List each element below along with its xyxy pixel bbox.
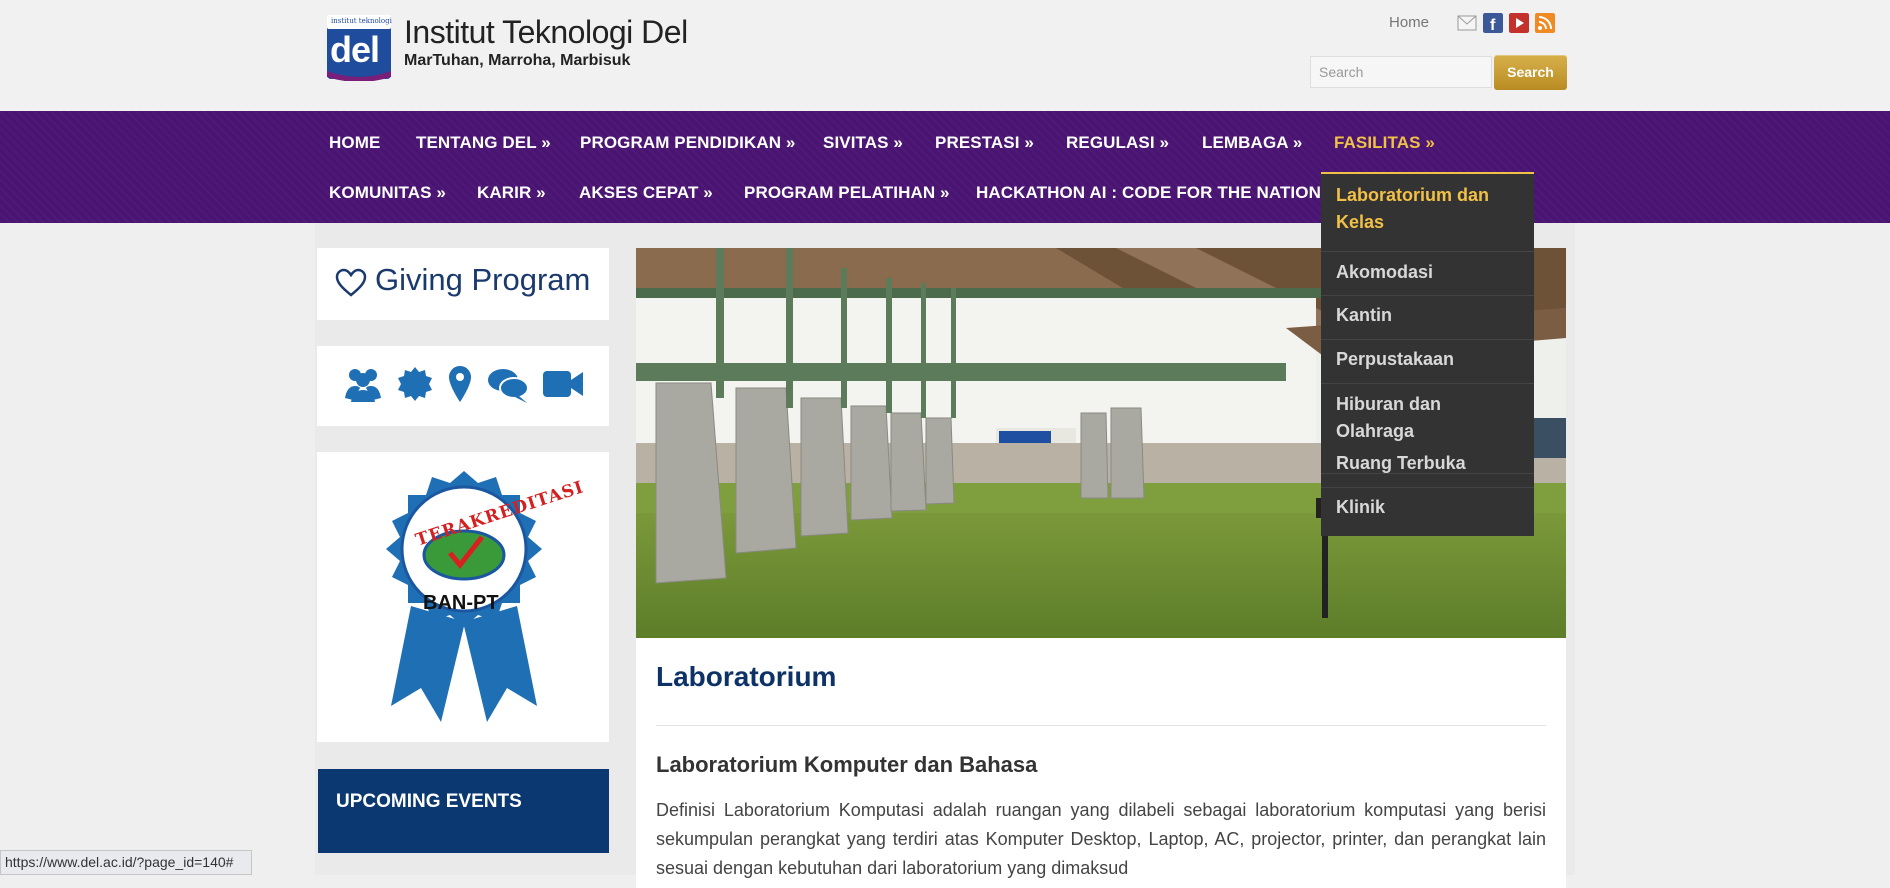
quick-links-card	[317, 346, 609, 426]
dropdown-item-label: Klinik	[1336, 497, 1386, 517]
heart-icon	[335, 268, 367, 297]
dropdown-item-label: Hiburan dan Olahraga	[1336, 394, 1442, 441]
dropdown-item-label: Kantin	[1336, 305, 1392, 325]
upcoming-events-title: UPCOMING EVENTS	[336, 791, 522, 812]
nav-tentang-del[interactable]: TENTANG DEL »	[416, 133, 551, 153]
svg-text:f: f	[1490, 17, 1496, 33]
main-navigation: HOME TENTANG DEL » PROGRAM PENDIDIKAN » …	[0, 111, 1890, 223]
dropdown-item-klinik[interactable]: Klinik	[1321, 488, 1534, 532]
nav-prestasi[interactable]: PRESTASI »	[935, 133, 1034, 153]
page-title: Laboratorium	[656, 661, 837, 692]
giving-program-card[interactable]: Giving Program	[317, 248, 609, 320]
section-title: Laboratorium Komputer dan Bahasa	[656, 752, 1038, 777]
browser-status-url: https://www.del.ac.id/?page_id=140#	[0, 850, 252, 875]
dropdown-item-ruang-terbuka[interactable]: Ruang Terbuka	[1321, 444, 1534, 488]
giving-program-label: Giving Program	[375, 262, 591, 297]
search-input[interactable]: Search	[1310, 56, 1492, 88]
nav-program-pendidikan[interactable]: PROGRAM PENDIDIKAN »	[580, 133, 795, 153]
rss-icon[interactable]	[1535, 13, 1555, 33]
logo-small-text: institut teknologi	[331, 17, 392, 25]
site-logo[interactable]: institut teknologi del	[325, 13, 393, 82]
dropdown-item-laboratorium[interactable]: Laboratorium dan Kelas	[1321, 182, 1534, 252]
video-icon[interactable]	[542, 368, 584, 400]
facebook-icon[interactable]: f	[1483, 13, 1503, 33]
map-pin-icon[interactable]	[447, 364, 473, 404]
dropdown-item-perpustakaan[interactable]: Perpustakaan	[1321, 340, 1534, 384]
nav-akses-cepat[interactable]: AKSES CEPAT »	[579, 183, 713, 203]
dropdown-item-kantin[interactable]: Kantin	[1321, 296, 1534, 340]
site-tagline: MarTuhan, Marroha, Marbisuk	[404, 52, 631, 69]
badge-text-bottom: BAN-PT	[423, 592, 499, 614]
nav-fasilitas[interactable]: FASILITAS »	[1334, 133, 1435, 153]
dropdown-item-akomodasi[interactable]: Akomodasi	[1321, 252, 1534, 296]
site-title[interactable]: Institut Teknologi Del	[404, 14, 688, 51]
nav-karir[interactable]: KARIR »	[477, 183, 546, 203]
mail-icon[interactable]	[1457, 13, 1477, 33]
nav-komunitas[interactable]: KOMUNITAS »	[329, 183, 446, 203]
nav-sivitas[interactable]: SIVITAS »	[823, 133, 903, 153]
search-button[interactable]: Search	[1494, 55, 1567, 90]
badge-icon[interactable]	[397, 366, 433, 402]
dropdown-item-label: Laboratorium dan Kelas	[1336, 185, 1490, 232]
section-paragraph: Definisi Laboratorium Komputasi adalah r…	[656, 800, 1546, 878]
nav-regulasi[interactable]: REGULASI »	[1066, 133, 1169, 153]
accreditation-card[interactable]: TERAKREDITASI BAN-PT	[317, 452, 609, 742]
nav-lembaga[interactable]: LEMBAGA »	[1202, 133, 1302, 153]
nav-home[interactable]: HOME	[329, 133, 380, 153]
nav-program-pelatihan[interactable]: PROGRAM PELATIHAN »	[744, 183, 950, 203]
logo-text: del	[330, 29, 380, 70]
site-header: institut teknologi del Institut Teknolog…	[0, 0, 1890, 111]
dropdown-item-label: Akomodasi	[1336, 262, 1434, 282]
upcoming-events-panel[interactable]: UPCOMING EVENTS	[318, 769, 609, 853]
nav-hackathon[interactable]: HACKATHON AI : CODE FOR THE NATION »	[976, 183, 1335, 203]
top-home-link[interactable]: Home	[1389, 14, 1429, 31]
dropdown-item-label: Perpustakaan	[1336, 349, 1455, 369]
fasilitas-dropdown-menu: Laboratorium dan Kelas Akomodasi Kantin …	[1321, 172, 1534, 536]
users-icon[interactable]	[343, 364, 383, 404]
title-divider	[656, 725, 1546, 726]
chat-icon[interactable]	[487, 366, 529, 404]
dropdown-item-label: Ruang Terbuka	[1336, 453, 1466, 473]
youtube-icon[interactable]	[1509, 13, 1529, 33]
